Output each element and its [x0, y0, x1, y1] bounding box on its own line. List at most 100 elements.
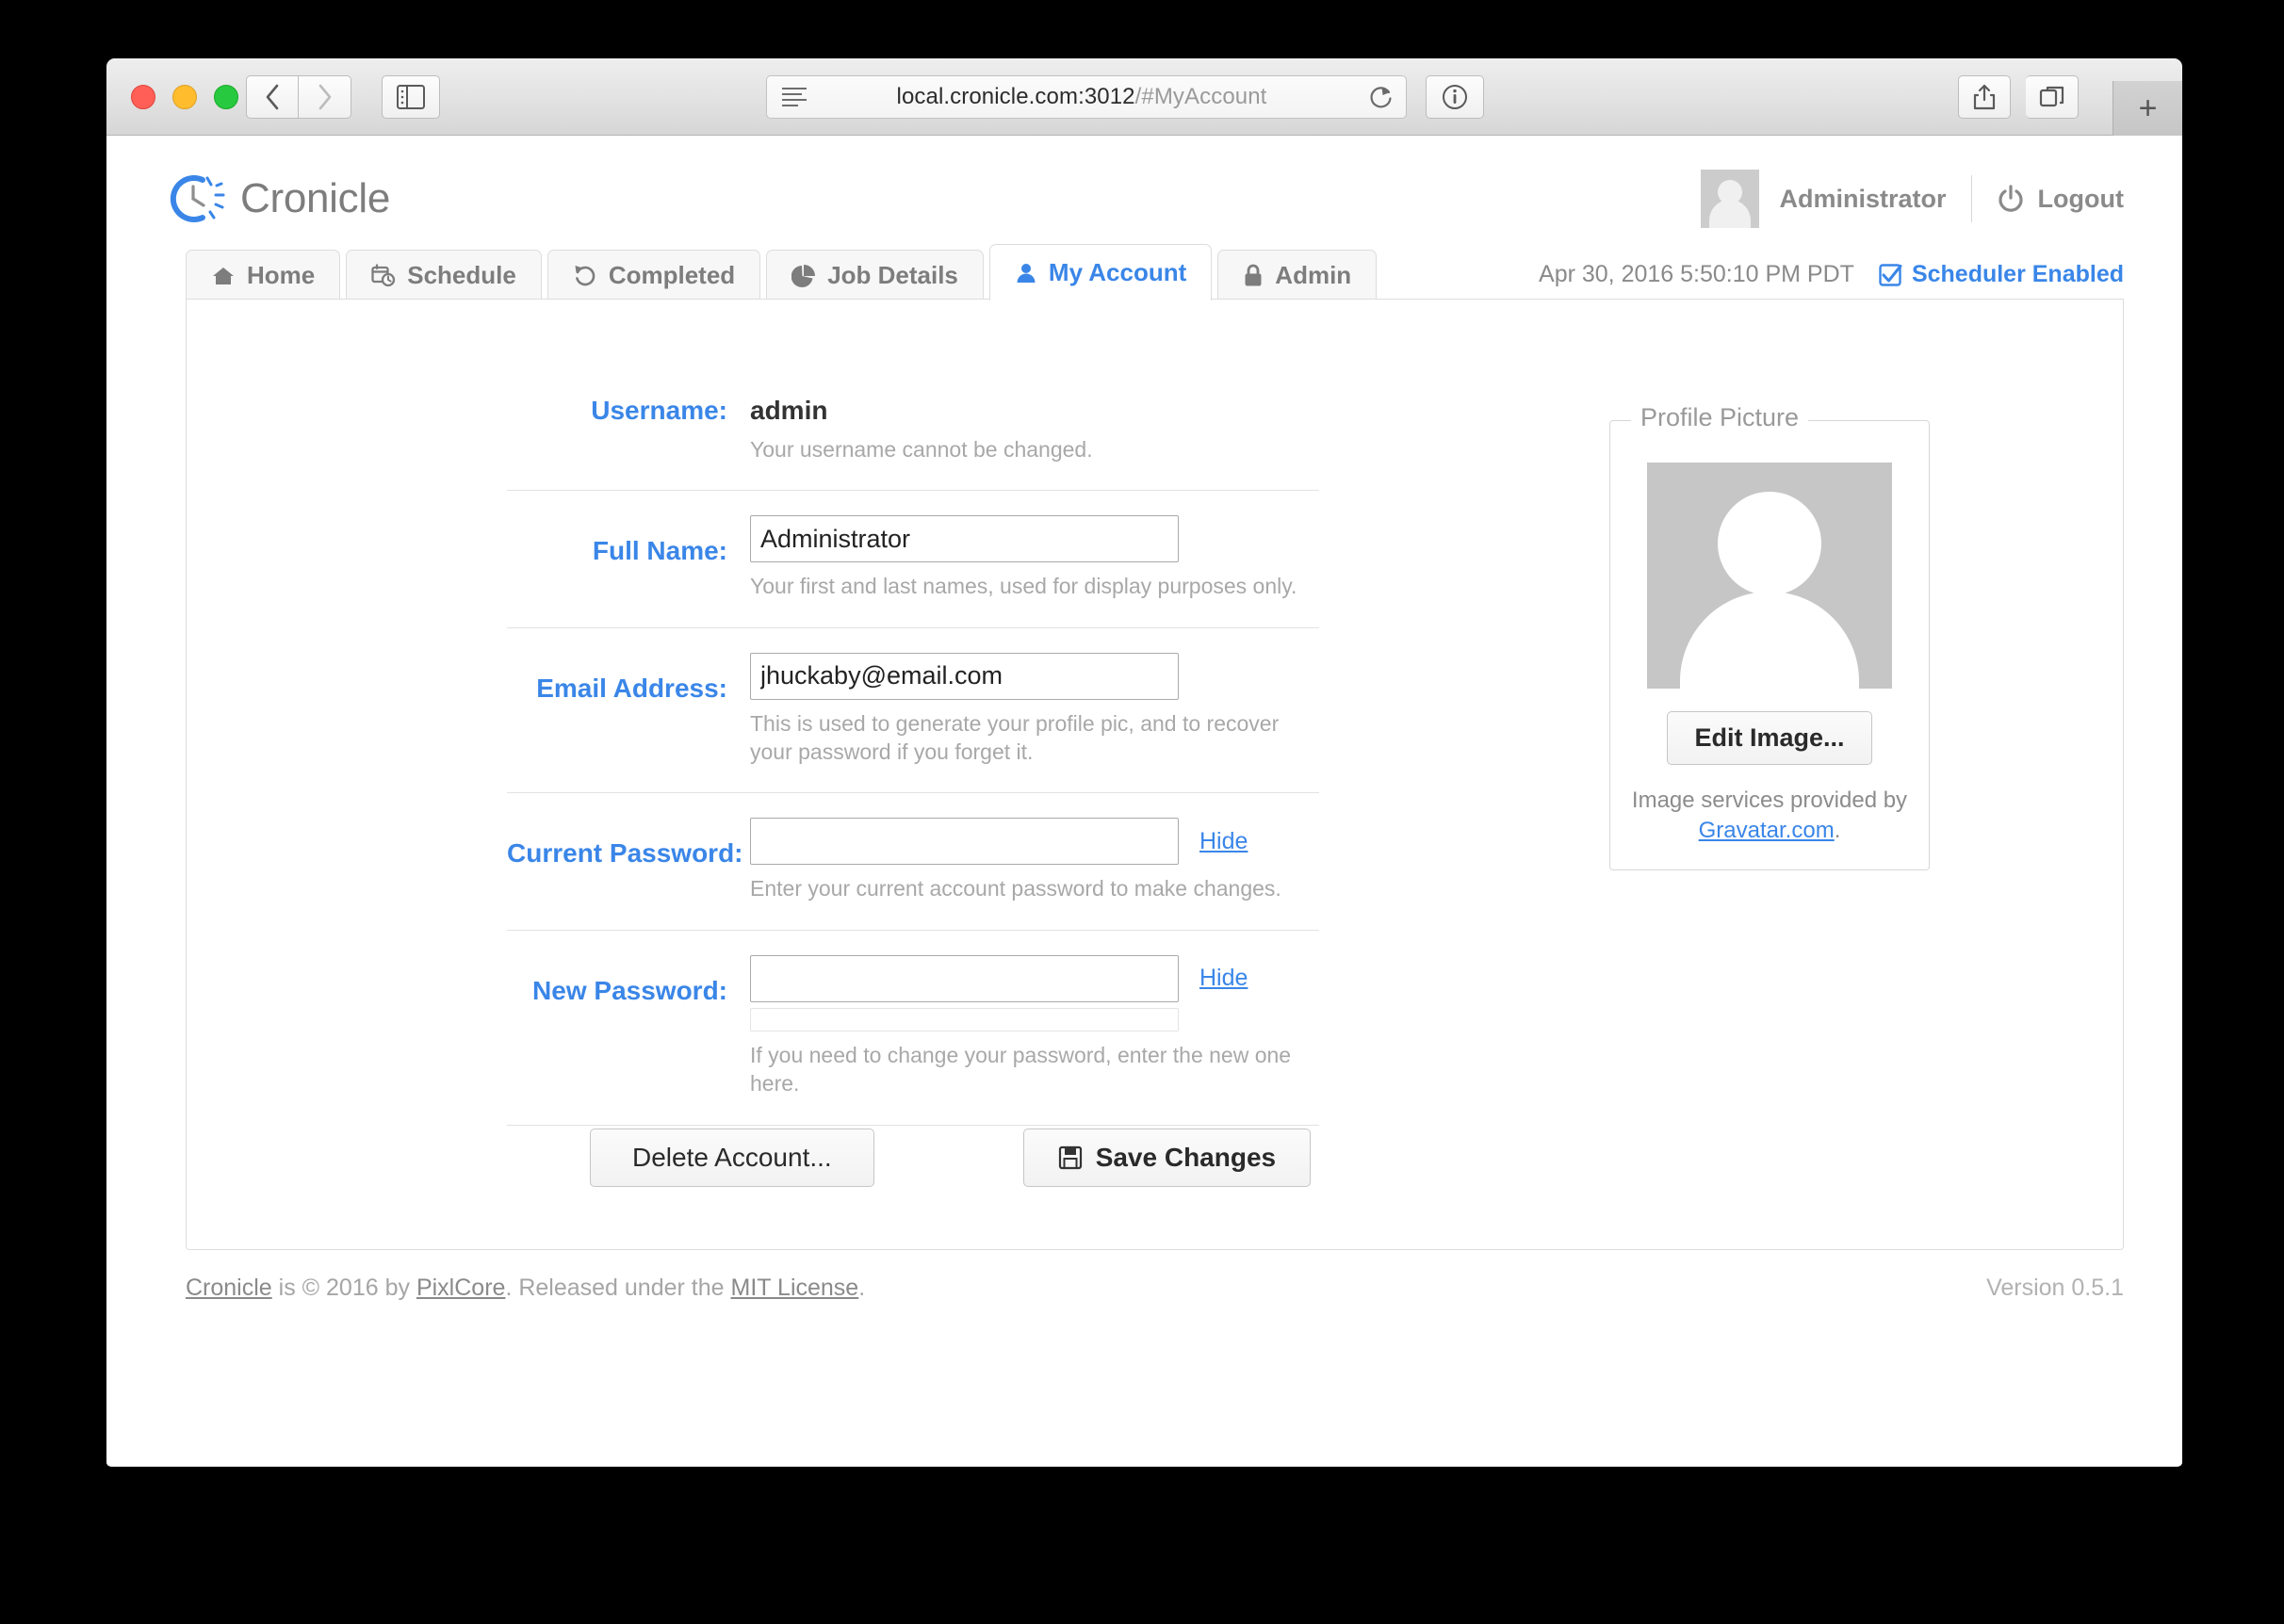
field-divider: [507, 490, 1319, 491]
forward-chevron-icon: [316, 83, 334, 111]
sidebar-toggle-button[interactable]: [382, 75, 440, 119]
delete-account-button[interactable]: Delete Account...: [590, 1129, 874, 1187]
window-controls: [131, 85, 238, 109]
email-input[interactable]: [750, 653, 1179, 700]
maximize-window-button[interactable]: [214, 85, 238, 109]
field-divider: [507, 792, 1319, 793]
calendar-clock-icon: [371, 264, 396, 288]
username-value: admin: [750, 390, 1336, 426]
new-tab-button[interactable]: +: [2113, 81, 2182, 136]
tab-schedule[interactable]: Schedule: [346, 250, 542, 300]
field-group-username: Username: admin Your username cannot be …: [507, 390, 1336, 515]
profile-note-prefix: Image services provided by: [1632, 788, 1907, 813]
share-button[interactable]: [1958, 75, 2011, 119]
checked-box-icon: [1879, 263, 1903, 287]
avatar[interactable]: [1701, 170, 1759, 228]
tab-admin-label: Admin: [1275, 261, 1351, 290]
user-icon: [1015, 262, 1037, 284]
minimize-window-button[interactable]: [172, 85, 197, 109]
desktop-background: local.cronicle.com:3012/#MyAccount: [0, 0, 2284, 1624]
scheduler-toggle[interactable]: Scheduler Enabled: [1879, 261, 2124, 288]
new-password-toggle[interactable]: Hide: [1199, 965, 1248, 992]
show-tabs-button[interactable]: [2026, 75, 2079, 119]
show-tabs-icon: [2039, 84, 2065, 110]
pie-chart-icon: [791, 264, 816, 288]
tab-admin[interactable]: Admin: [1217, 250, 1377, 300]
tab-my-account-label: My Account: [1049, 258, 1186, 287]
browser-toolbar: local.cronicle.com:3012/#MyAccount: [106, 58, 2182, 136]
back-button[interactable]: [246, 75, 299, 119]
field-group-current-password: Current Password: Hide Enter your curren…: [507, 818, 1336, 954]
tab-schedule-label: Schedule: [407, 261, 516, 290]
footer-version: Version 0.5.1: [1986, 1275, 2124, 1302]
tab-completed-label: Completed: [609, 261, 735, 290]
email-label: Email Address:: [507, 653, 750, 767]
lock-icon: [1243, 264, 1264, 288]
tab-completed[interactable]: Completed: [547, 250, 760, 300]
new-password-input[interactable]: [750, 955, 1179, 1002]
navigation-buttons: [246, 75, 351, 119]
url-host: local.cronicle.com:3012: [897, 84, 1135, 109]
logout-button[interactable]: Logout: [1997, 185, 2124, 214]
user-name[interactable]: Administrator: [1780, 185, 1947, 214]
current-password-toggle[interactable]: Hide: [1199, 828, 1248, 855]
cronicle-clock-logo-icon: [165, 170, 227, 228]
logout-label: Logout: [2038, 185, 2124, 214]
clock-text: Apr 30, 2016 5:50:10 PM PDT: [1539, 261, 1854, 288]
page-content: Cronicle Administrator Logout: [106, 136, 2182, 1466]
footer-brand-link[interactable]: Cronicle: [186, 1275, 272, 1301]
reader-view-icon[interactable]: [782, 88, 807, 106]
field-group-full-name: Full Name: Your first and last names, us…: [507, 515, 1336, 652]
page-footer: Cronicle is © 2016 by PixlCore. Released…: [186, 1250, 2124, 1302]
app-header: Cronicle Administrator Logout: [165, 136, 2124, 241]
footer-company-link[interactable]: PixlCore: [416, 1275, 505, 1301]
new-password-hint: If you need to change your password, ent…: [750, 1041, 1315, 1098]
footer-license-link[interactable]: MIT License: [731, 1275, 859, 1301]
tab-my-account[interactable]: My Account: [989, 244, 1212, 300]
avatar-body: [1709, 200, 1751, 228]
app-logo-text: Cronicle: [240, 175, 390, 222]
tab-job-details[interactable]: Job Details: [766, 250, 984, 300]
full-name-input[interactable]: [750, 515, 1179, 562]
profile-picture-image: [1647, 463, 1892, 689]
footer-text-1: is © 2016 by: [279, 1275, 410, 1301]
username-hint: Your username cannot be changed.: [750, 435, 1315, 463]
back-chevron-icon: [263, 83, 282, 111]
info-button[interactable]: [1426, 75, 1484, 119]
power-icon: [1997, 185, 2025, 213]
full-name-label: Full Name:: [507, 515, 750, 600]
profile-avatar-head: [1718, 492, 1821, 595]
sidebar-toggle-icon: [397, 85, 425, 109]
profile-avatar-body: [1680, 592, 1859, 689]
forward-button[interactable]: [299, 75, 351, 119]
profile-picture-legend: Profile Picture: [1631, 403, 1808, 432]
new-tab-label: +: [2139, 90, 2158, 127]
field-divider: [507, 930, 1319, 931]
tab-home[interactable]: Home: [186, 250, 340, 300]
app-logo[interactable]: Cronicle: [165, 170, 390, 228]
header-divider: [1971, 175, 1972, 222]
profile-note-suffix: .: [1835, 818, 1841, 843]
edit-image-button[interactable]: Edit Image...: [1667, 711, 1871, 765]
gravatar-link[interactable]: Gravatar.com: [1699, 818, 1835, 843]
field-divider: [507, 627, 1319, 628]
save-changes-button[interactable]: Save Changes: [1023, 1129, 1311, 1187]
address-bar[interactable]: local.cronicle.com:3012/#MyAccount: [766, 75, 1407, 119]
footer-copyright: Cronicle is © 2016 by PixlCore. Released…: [186, 1275, 865, 1302]
profile-picture-panel: Profile Picture Edit Image... Image serv…: [1609, 420, 1930, 870]
close-window-button[interactable]: [131, 85, 155, 109]
account-panel: Username: admin Your username cannot be …: [186, 299, 2124, 1250]
password-strength-meter: [750, 1008, 1179, 1031]
username-label: Username:: [507, 390, 750, 463]
current-password-hint: Enter your current account password to m…: [750, 874, 1315, 902]
toolbar-right-buttons: [1958, 75, 2079, 119]
form-column: Username: admin Your username cannot be …: [507, 390, 1336, 1150]
floppy-save-icon: [1058, 1145, 1083, 1170]
current-password-input[interactable]: [750, 818, 1179, 865]
main-tab-bar: Home Schedule: [186, 241, 2124, 300]
user-area: Administrator Logout: [1701, 170, 2125, 228]
reload-button[interactable]: [1357, 84, 1406, 110]
url-path: /#MyAccount: [1135, 84, 1267, 109]
current-password-label: Current Password:: [507, 818, 750, 902]
full-name-hint: Your first and last names, used for disp…: [750, 572, 1315, 600]
